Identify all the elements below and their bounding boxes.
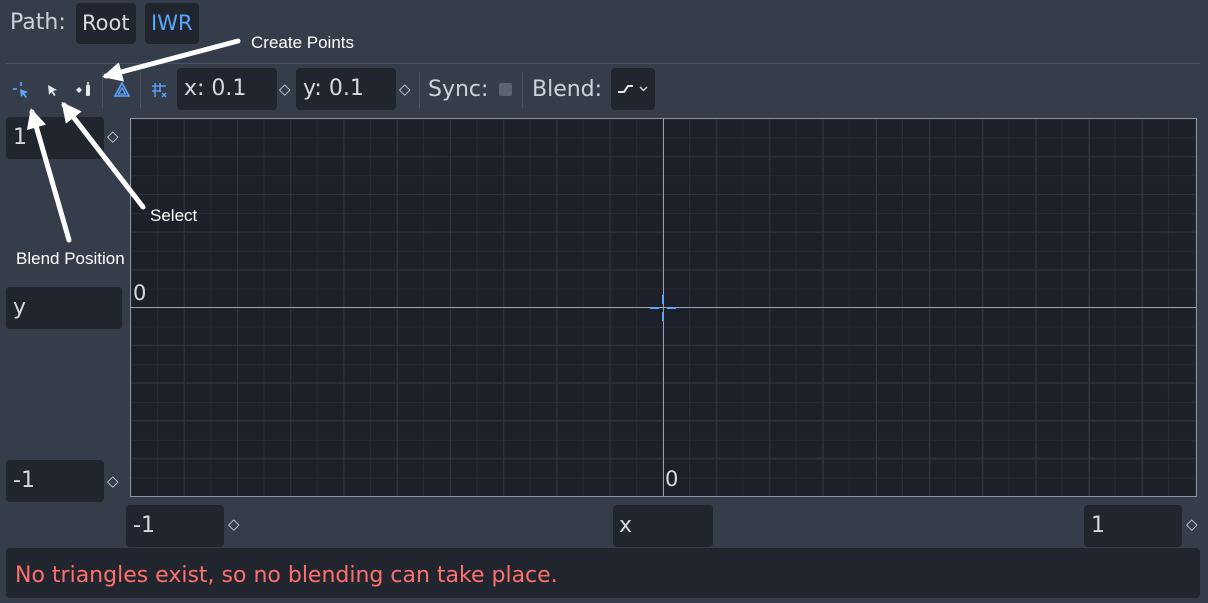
chevron-down-icon <box>639 86 648 92</box>
origin-y-label: 0 <box>133 281 147 305</box>
sync-label: Sync: <box>428 77 489 102</box>
snap-grid-toggle-button[interactable] <box>146 75 172 105</box>
select-tool-button[interactable] <box>39 75 65 105</box>
origin-x-label: 0 <box>665 467 679 491</box>
create-triangles-tool-button[interactable] <box>109 75 135 105</box>
select-icon <box>48 85 57 96</box>
blend-label: Blend: <box>532 77 603 102</box>
max-y-stepper-icon[interactable]: ◇ <box>107 115 119 157</box>
sync-checkbox[interactable] <box>499 83 512 96</box>
toolbar-separator <box>522 72 523 108</box>
blend-mode-dropdown[interactable] <box>611 68 655 110</box>
breadcrumb-iwr-button[interactable]: IWR <box>145 3 199 44</box>
create-triangles-icon <box>113 81 131 97</box>
snap-y-input[interactable]: y: 0.1 <box>296 68 396 110</box>
min-x-input[interactable]: -1 <box>126 505 224 547</box>
snap-x-input[interactable]: x: 0.1 <box>177 68 277 110</box>
blend-curve-icon <box>618 85 648 93</box>
y-label-input[interactable]: y <box>6 287 122 329</box>
min-x-stepper-icon[interactable]: ◇ <box>228 503 240 545</box>
x-label-input[interactable]: x <box>613 505 713 547</box>
header-divider <box>6 63 1200 64</box>
max-x-input[interactable]: 1 <box>1084 505 1182 547</box>
breadcrumb-root-button[interactable]: Root <box>76 3 136 44</box>
toolbar-separator <box>419 72 420 108</box>
snap-x-stepper-icon[interactable]: ◇ <box>279 68 291 110</box>
snap-grid-icon <box>152 83 167 98</box>
annotation-create-points: Create Points <box>251 33 354 52</box>
status-message: No triangles exist, so no blending can t… <box>6 548 1200 598</box>
blend-space-canvas[interactable]: 0 0 <box>130 118 1197 497</box>
blend-position-tool-button[interactable] <box>8 75 34 105</box>
max-x-stepper-icon[interactable]: ◇ <box>1186 503 1198 545</box>
max-y-input[interactable]: 1 <box>6 117 104 159</box>
blend-position-icon <box>13 82 28 98</box>
snap-y-stepper-icon[interactable]: ◇ <box>399 68 411 110</box>
min-y-input[interactable]: -1 <box>6 460 104 502</box>
annotation-select: Select <box>150 206 198 225</box>
toolbar-separator <box>140 72 141 108</box>
create-points-icon <box>76 82 90 96</box>
path-label: Path: <box>10 10 66 35</box>
create-points-tool-button[interactable] <box>71 75 97 105</box>
annotation-blend-position: Blend Position <box>16 249 125 268</box>
min-y-stepper-icon[interactable]: ◇ <box>107 460 119 502</box>
blend-position-cursor-icon[interactable] <box>648 293 678 323</box>
toolbar-separator <box>102 72 103 108</box>
